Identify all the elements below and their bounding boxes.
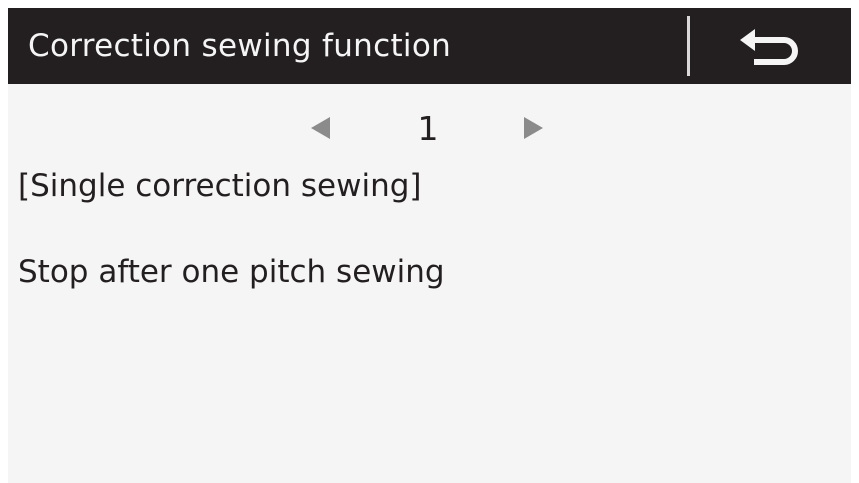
triangle-left-icon — [310, 117, 330, 139]
next-page-button[interactable] — [513, 108, 553, 148]
back-button[interactable] — [690, 8, 851, 84]
function-description: Stop after one pitch sewing — [18, 254, 445, 290]
page-title: Correction sewing function — [28, 28, 452, 64]
page-number: 1 — [417, 109, 439, 148]
function-name: [Single correction sewing] — [18, 168, 422, 204]
previous-page-button[interactable] — [300, 108, 340, 148]
triangle-right-icon — [523, 117, 543, 139]
return-arrow-icon — [739, 29, 798, 65]
page-selector: 1 — [8, 104, 851, 154]
screen: Correction sewing function 1 [Single cor… — [8, 8, 851, 483]
header-bar: Correction sewing function — [8, 8, 851, 84]
